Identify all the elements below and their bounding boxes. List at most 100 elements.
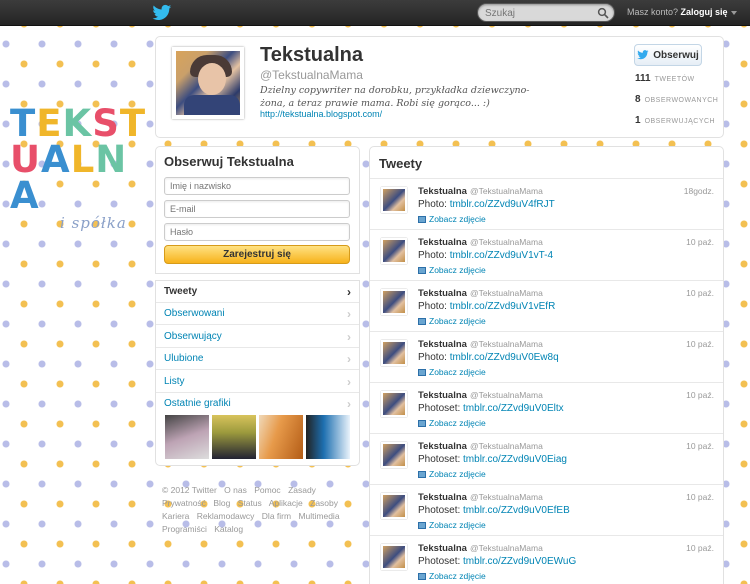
tweet-time[interactable]: 10 paź. xyxy=(686,441,714,451)
tweet-avatar[interactable] xyxy=(381,493,407,519)
footer-link[interactable]: © 2012 Twitter xyxy=(162,485,217,495)
tweet-time[interactable]: 10 paź. xyxy=(686,492,714,502)
signup-button[interactable]: Zarejestruj się xyxy=(164,245,350,264)
account-menu[interactable]: Masz konto? Zaloguj się xyxy=(627,7,737,17)
tweet-author[interactable]: Tekstualna @TekstualnaMama xyxy=(418,390,543,401)
tweet-item[interactable]: Tekstualna @TekstualnaMama 10 paź. Photo: t… xyxy=(370,230,723,281)
tweet-author[interactable]: Tekstualna @TekstualnaMama xyxy=(418,339,543,350)
tweet-item[interactable]: Tekstualna @TekstualnaMama 10 paź. Photo: t… xyxy=(370,281,723,332)
footer-link[interactable]: Blog xyxy=(213,498,230,508)
tweet-link[interactable]: tmblr.co/ZZvd9uV0EfEB xyxy=(463,505,570,516)
tweet-link[interactable]: tmblr.co/ZZvd9uV0Eltx xyxy=(463,403,564,414)
tweet-avatar[interactable] xyxy=(381,187,407,213)
footer-links: © 2012 Twitter O nas Pomoc Zasady Prywat… xyxy=(162,484,352,536)
tweet-avatar[interactable] xyxy=(381,340,407,366)
tweet-author[interactable]: Tekstualna @TekstualnaMama xyxy=(418,186,543,197)
login-link[interactable]: Zaloguj się xyxy=(681,7,728,17)
tweet-author[interactable]: Tekstualna @TekstualnaMama xyxy=(418,288,543,299)
tweet-link[interactable]: tmblr.co/ZZvd9uV4fRJT xyxy=(450,199,555,210)
tweet-item[interactable]: Tekstualna @TekstualnaMama 10 paź. Photo: t… xyxy=(370,332,723,383)
password-field[interactable] xyxy=(164,223,350,241)
view-photo-link[interactable]: Zobacz zdjęcie xyxy=(418,265,486,275)
tweet-item[interactable]: Tekstualna @TekstualnaMama 10 paź. Photoset… xyxy=(370,536,723,584)
tweet-avatar[interactable] xyxy=(381,442,407,468)
twitter-bird-icon[interactable] xyxy=(152,4,172,22)
search-icon[interactable] xyxy=(597,7,609,19)
image-thumbnail[interactable] xyxy=(212,415,256,459)
tweet-time[interactable]: 10 paź. xyxy=(686,288,714,298)
tweet-avatar[interactable] xyxy=(381,289,407,315)
nav-item-following[interactable]: Obserwowani › xyxy=(156,303,359,325)
stat-followers[interactable]: 1 OBSERWUJĄCYCH xyxy=(635,115,715,126)
tweet-author[interactable]: Tekstualna @TekstualnaMama xyxy=(418,237,543,248)
tweet-link[interactable]: tmblr.co/ZZvd9uV1vT-4 xyxy=(450,250,553,261)
footer-link[interactable]: Dla firm xyxy=(262,511,291,521)
image-thumbnail[interactable] xyxy=(165,415,209,459)
view-photo-link[interactable]: Zobacz zdjęcie xyxy=(418,214,486,224)
caret-down-icon[interactable] xyxy=(730,10,737,15)
tweet-time[interactable]: 10 paź. xyxy=(686,237,714,247)
search-input[interactable] xyxy=(485,6,595,20)
signup-card: Obserwuj Tekstualna Zarejestruj się xyxy=(155,146,360,274)
tweet-author[interactable]: Tekstualna @TekstualnaMama xyxy=(418,441,543,452)
tweet-time[interactable]: 10 paź. xyxy=(686,543,714,553)
tweet-avatar[interactable] xyxy=(381,238,407,264)
footer-link[interactable]: Zasoby xyxy=(310,498,338,508)
tweet-time[interactable]: 10 paź. xyxy=(686,390,714,400)
email-field[interactable] xyxy=(164,200,350,218)
tweet-time[interactable]: 10 paź. xyxy=(686,339,714,349)
footer-link[interactable]: Programiści xyxy=(162,524,207,534)
tweet-item[interactable]: Tekstualna @TekstualnaMama 18godz. Photo: t… xyxy=(370,179,723,230)
photo-icon xyxy=(418,471,426,479)
tweet-link[interactable]: tmblr.co/ZZvd9uV0EWuG xyxy=(463,556,576,567)
tweet-item[interactable]: Tekstualna @TekstualnaMama 10 paź. Photoset… xyxy=(370,383,723,434)
tweet-link[interactable]: tmblr.co/ZZvd9uV0Ew8q xyxy=(450,352,559,363)
footer-link[interactable]: Multimedia xyxy=(298,511,339,521)
nav-item-tweets[interactable]: Tweety › xyxy=(156,281,359,303)
tweet-time[interactable]: 18godz. xyxy=(684,186,714,196)
logo-letter: E xyxy=(36,102,63,145)
chevron-right-icon: › xyxy=(347,352,351,366)
photo-icon xyxy=(418,573,426,581)
image-thumbnail[interactable] xyxy=(259,415,303,459)
tweet-text: Photoset: tmblr.co/ZZvd9uV0Eltx xyxy=(418,403,564,414)
view-photo-link[interactable]: Zobacz zdjęcie xyxy=(418,418,486,428)
tweet-text: Photoset: tmblr.co/ZZvd9uV0EWuG xyxy=(418,556,576,567)
nav-item-favorites[interactable]: Ulubione › xyxy=(156,348,359,370)
view-photo-link[interactable]: Zobacz zdjęcie xyxy=(418,520,486,530)
nav-item-recent-images[interactable]: Ostatnie grafiki › xyxy=(156,393,359,415)
footer-link[interactable]: Pomoc xyxy=(254,485,280,495)
tweet-item[interactable]: Tekstualna @TekstualnaMama 10 paź. Photoset… xyxy=(370,485,723,536)
nav-item-followers[interactable]: Obserwujący › xyxy=(156,326,359,348)
footer-link[interactable]: Katalog xyxy=(214,524,243,534)
footer-link[interactable]: O nas xyxy=(224,485,247,495)
tweet-prefix: Photoset: xyxy=(418,454,464,465)
tweet-link[interactable]: tmblr.co/ZZvd9uV0Eiag xyxy=(463,454,567,465)
footer-link[interactable]: Status xyxy=(238,498,262,508)
tweet-item[interactable]: Tekstualna @TekstualnaMama 10 paź. Photoset… xyxy=(370,434,723,485)
view-photo-link[interactable]: Zobacz zdjęcie xyxy=(418,316,486,326)
stat-following[interactable]: 8 OBSERWOWANYCH xyxy=(635,94,718,105)
profile-url[interactable]: http://tekstualna.blogspot.com/ xyxy=(260,109,382,119)
tweet-avatar[interactable] xyxy=(381,391,407,417)
profile-avatar[interactable] xyxy=(172,47,244,119)
view-photo-link[interactable]: Zobacz zdjęcie xyxy=(418,571,486,581)
footer-link[interactable]: Aplikacje xyxy=(269,498,303,508)
footer-link[interactable]: Zasady xyxy=(288,485,316,495)
nav-item-lists[interactable]: Listy › xyxy=(156,371,359,393)
footer-link[interactable]: Prywatność xyxy=(162,498,206,508)
tweet-text: Photo: tmblr.co/ZZvd9uV1vEfR xyxy=(418,301,555,312)
view-photo-link[interactable]: Zobacz zdjęcie xyxy=(418,367,486,377)
footer-link[interactable]: Kariera xyxy=(162,511,189,521)
tweet-author[interactable]: Tekstualna @TekstualnaMama xyxy=(418,492,543,503)
tweet-author[interactable]: Tekstualna @TekstualnaMama xyxy=(418,543,543,554)
stat-tweets[interactable]: 111 TWEETÓW xyxy=(635,73,695,84)
tweet-link[interactable]: tmblr.co/ZZvd9uV1vEfR xyxy=(450,301,556,312)
follow-button[interactable]: Obserwuj xyxy=(634,44,702,66)
footer-link[interactable]: Reklamodawcy xyxy=(197,511,255,521)
name-field[interactable] xyxy=(164,177,350,195)
tweet-avatar[interactable] xyxy=(381,544,407,570)
image-thumbnail[interactable] xyxy=(306,415,350,459)
view-photo-link[interactable]: Zobacz zdjęcie xyxy=(418,469,486,479)
profile-handle: @TekstualnaMama xyxy=(260,68,363,82)
